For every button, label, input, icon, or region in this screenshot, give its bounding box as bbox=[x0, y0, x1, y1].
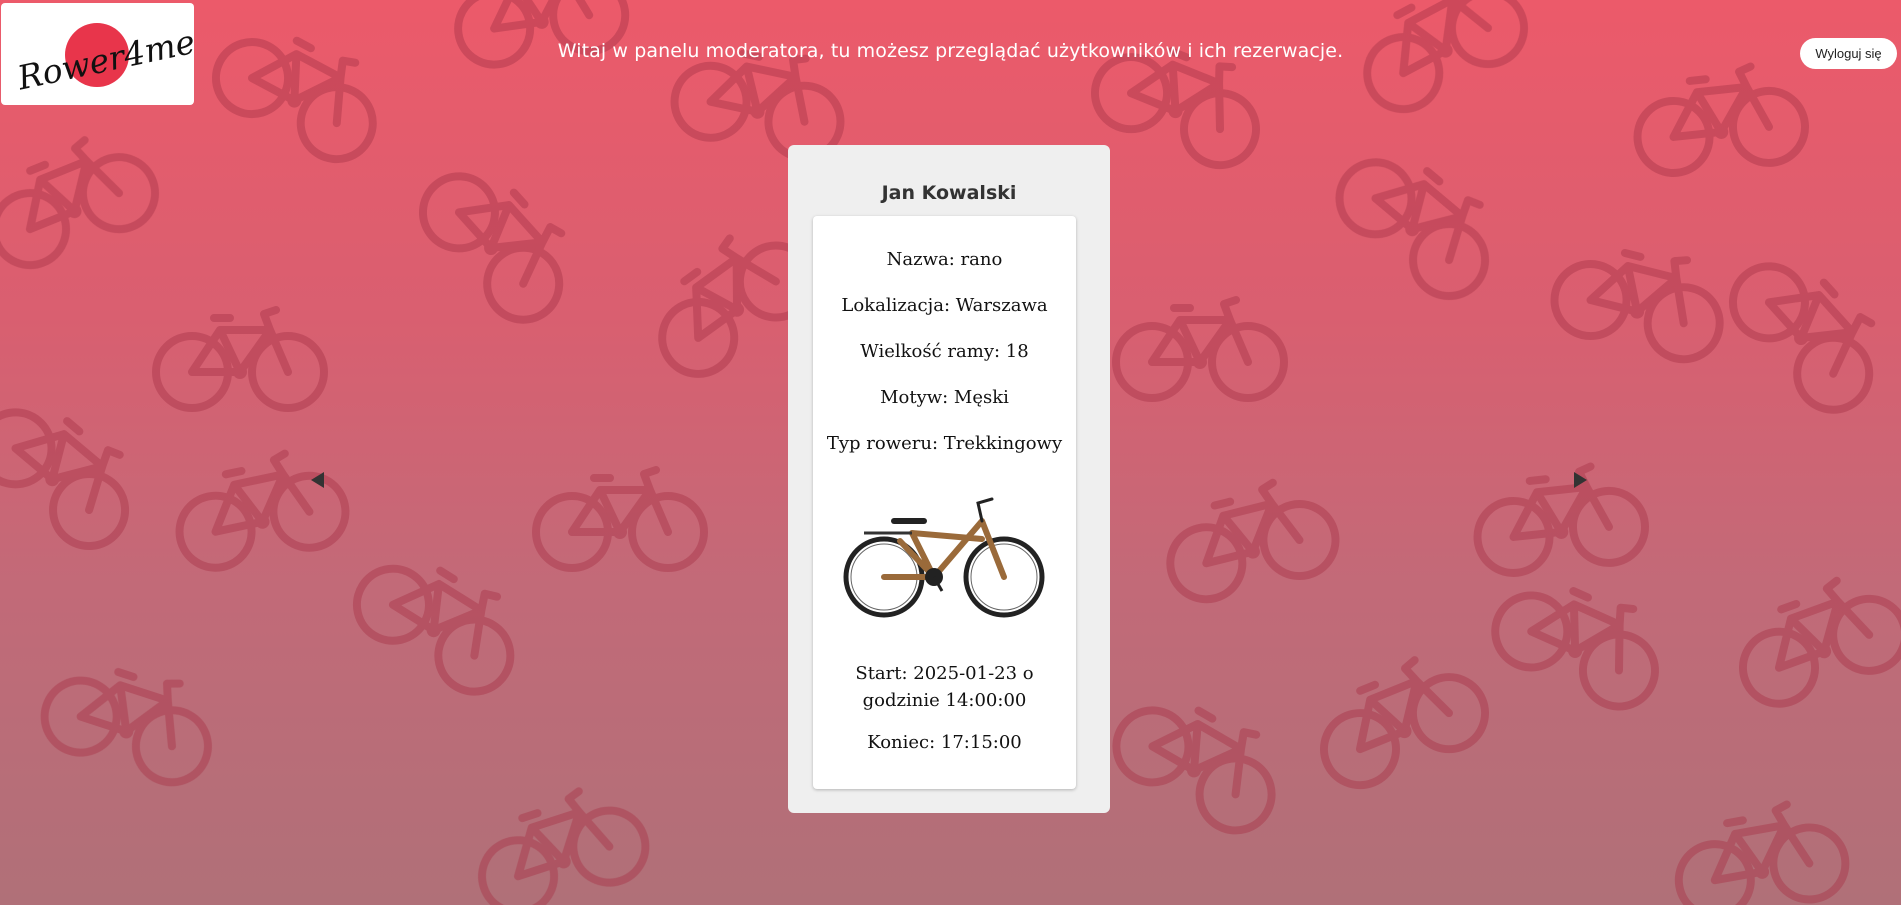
bike-image bbox=[843, 497, 1045, 618]
reservation-card: Nazwa: rano Lokalizacja: Warszawa Wielko… bbox=[813, 216, 1076, 789]
welcome-message: Witaj w panelu moderatora, tu możesz prz… bbox=[557, 40, 1344, 62]
reservation-motif: Motyw: Męski bbox=[880, 387, 1009, 408]
reservation-panel: Jan Kowalski Nazwa: rano Lokalizacja: Wa… bbox=[788, 145, 1110, 813]
next-arrow-icon[interactable] bbox=[1574, 472, 1587, 488]
reservation-location: Lokalizacja: Warszawa bbox=[841, 295, 1048, 316]
reservation-frame-size: Wielkość ramy: 18 bbox=[860, 341, 1029, 362]
reservation-bike-type: Typ roweru: Trekkingowy bbox=[826, 433, 1063, 454]
reservation-name: Nazwa: rano bbox=[886, 249, 1003, 270]
previous-arrow-icon[interactable] bbox=[311, 472, 324, 488]
logout-button[interactable]: Wyloguj się bbox=[1800, 38, 1897, 69]
user-name: Jan Kowalski bbox=[881, 182, 1017, 204]
reservation-end: Koniec: 17:15:00 bbox=[867, 732, 1022, 753]
reservation-start: Start: 2025-01-23 o godzinie 14:00:00 bbox=[855, 663, 1034, 711]
